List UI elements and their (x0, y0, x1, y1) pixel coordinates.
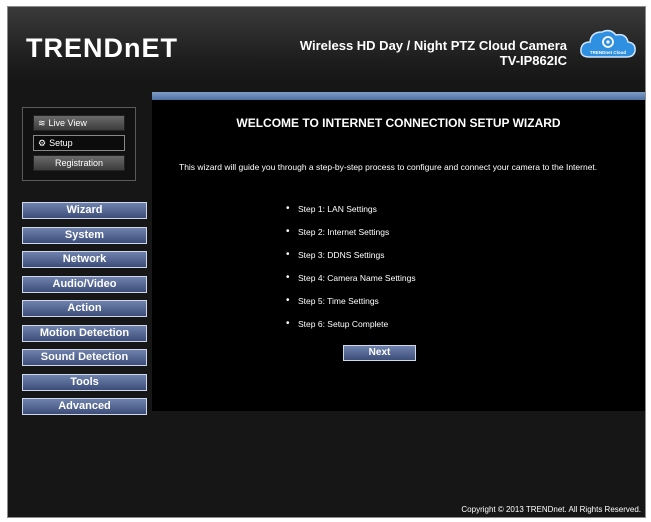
wizard-step: Step 5: Time Settings (286, 296, 416, 319)
menu-wizard[interactable]: Wizard (22, 202, 147, 219)
product-line: Wireless HD Day / Night PTZ Cloud Camera (299, 38, 567, 53)
live-view-label: Live View (48, 118, 87, 128)
copyright-footer: Copyright © 2013 TRENDnet. All Rights Re… (461, 505, 641, 514)
setup-button[interactable]: ⚙ Setup (33, 135, 125, 151)
menu-advanced[interactable]: Advanced (22, 398, 147, 415)
cloud-badge-label: TRENDnet Cloud (590, 50, 626, 55)
product-title: Wireless HD Day / Night PTZ Cloud Camera… (300, 38, 567, 68)
trendnet-logo[interactable]: TRENDnET (26, 33, 178, 64)
model-number: TV-IP862IC (499, 53, 567, 68)
next-button[interactable]: Next (343, 345, 416, 361)
registration-label: Registration (54, 158, 104, 168)
registration-button[interactable]: Registration (33, 155, 125, 171)
setup-label: Setup (49, 138, 73, 148)
menu-motion-detection[interactable]: Motion Detection (22, 325, 147, 342)
menu-action[interactable]: Action (22, 300, 147, 317)
gear-icon: ⚙ (38, 137, 47, 148)
menu-system[interactable]: System (22, 227, 147, 244)
body-area: ≋ Live View ⚙ Setup Registration Wizard … (8, 81, 645, 517)
wizard-intro: This wizard will guide you through a ste… (179, 162, 598, 172)
panel-title-bar (152, 92, 645, 100)
wizard-step: Step 4: Camera Name Settings (286, 273, 416, 296)
menu-network[interactable]: Network (22, 251, 147, 268)
live-view-button[interactable]: ≋ Live View (33, 115, 125, 131)
wizard-steps: Step 1: LAN Settings Step 2: Internet Se… (286, 204, 416, 342)
menu-sound-detection[interactable]: Sound Detection (22, 349, 147, 366)
wizard-step: Step 3: DDNS Settings (286, 250, 416, 273)
trendnet-cloud-icon: TRENDnet Cloud (580, 29, 636, 58)
wizard-step: Step 1: LAN Settings (286, 204, 416, 227)
header: TRENDnET Wireless HD Day / Night PTZ Clo… (8, 7, 645, 81)
camera-waves-icon: ≋ (38, 117, 46, 128)
wizard-step: Step 6: Setup Complete (286, 319, 416, 342)
mode-switcher: ≋ Live View ⚙ Setup Registration (22, 107, 136, 181)
menu-tools[interactable]: Tools (22, 374, 147, 391)
wizard-title: WELCOME TO INTERNET CONNECTION SETUP WIZ… (236, 116, 561, 130)
wizard-step: Step 2: Internet Settings (286, 227, 416, 250)
menu-audio-video[interactable]: Audio/Video (22, 276, 147, 293)
wizard-panel: WELCOME TO INTERNET CONNECTION SETUP WIZ… (152, 100, 645, 411)
camera-web-ui: TRENDnET Wireless HD Day / Night PTZ Clo… (7, 6, 646, 518)
